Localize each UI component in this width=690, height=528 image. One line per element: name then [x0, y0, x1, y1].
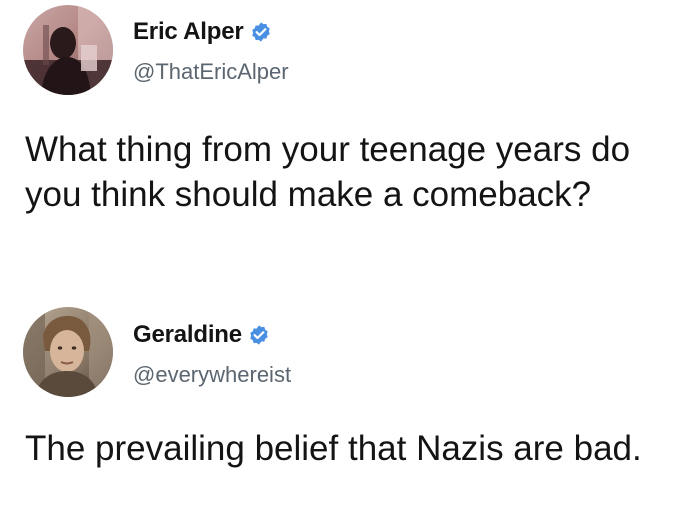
handle[interactable]: @ThatEricAlper — [133, 59, 289, 85]
tweet-body: What thing from your teenage years do yo… — [25, 130, 631, 214]
display-name[interactable]: Eric Alper — [133, 18, 244, 46]
verified-badge-icon — [250, 21, 272, 43]
handle[interactable]: @everywhereist — [133, 362, 291, 388]
verified-badge-icon — [248, 324, 270, 346]
author-row: Geraldine — [133, 321, 270, 349]
tweet-body: The prevailing belief that Nazis are bad… — [25, 429, 642, 468]
author-row: Eric Alper — [133, 18, 272, 46]
display-name[interactable]: Geraldine — [133, 321, 242, 349]
avatar-eric-alper[interactable] — [23, 5, 113, 95]
avatar-geraldine[interactable] — [23, 307, 113, 397]
